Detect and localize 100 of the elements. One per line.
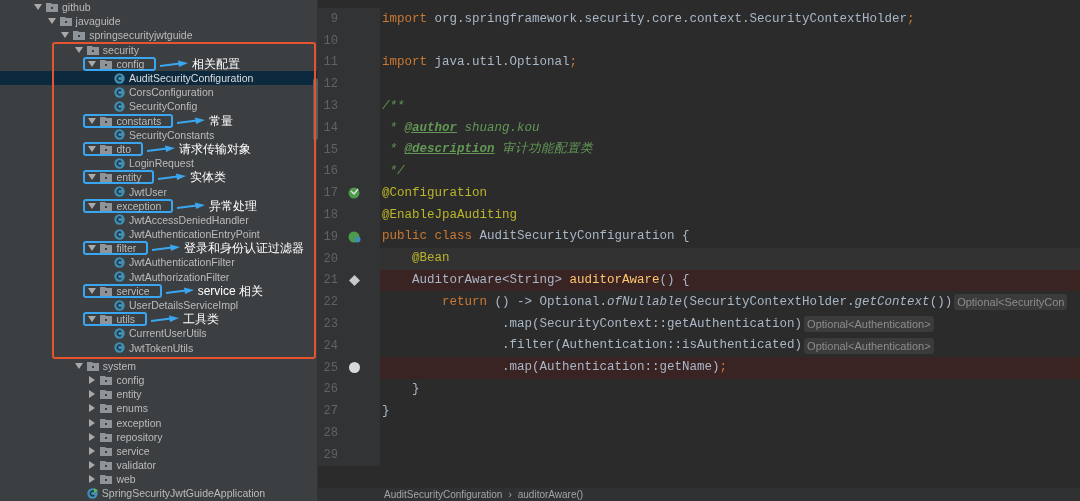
expanded-arrow-icon[interactable] [47, 17, 56, 26]
tree-item[interactable]: javaguide [47, 16, 121, 27]
folder-icon [100, 460, 113, 471]
expanded-arrow-icon[interactable] [88, 286, 97, 295]
annotation-label: service 相关 [197, 283, 263, 298]
code-token: AuditorAware<String> [412, 272, 564, 290]
code-token: ; [907, 10, 915, 28]
tree-item[interactable]: LoginRequest [102, 158, 194, 169]
code-token: org.springframework.security.core.context.SecurityContextHolder [434, 10, 908, 28]
expanded-arrow-icon[interactable] [88, 244, 97, 253]
application-class-icon [86, 487, 98, 499]
tree-item[interactable]: JwtAuthenticationFilter [102, 257, 235, 268]
tree-item[interactable]: exception [88, 200, 162, 211]
class-icon [114, 228, 125, 240]
folder-icon [100, 403, 113, 414]
class-icon [114, 299, 125, 311]
folder-icon [100, 143, 113, 154]
tree-item[interactable]: springsecurityjwtguide [61, 30, 193, 41]
class-icon [114, 256, 125, 268]
expanded-arrow-icon[interactable] [88, 173, 97, 182]
collapsed-arrow-icon[interactable] [88, 475, 97, 484]
folder-icon [100, 115, 113, 126]
tree-item[interactable]: config [88, 374, 145, 385]
expanded-arrow-icon[interactable] [74, 361, 83, 370]
class-name: SecurityConfig [129, 101, 198, 112]
breadcrumb-item[interactable]: AuditSecurityConfiguration [384, 487, 503, 501]
collapsed-arrow-icon[interactable] [88, 432, 97, 441]
tree-item[interactable]: SecurityConfig [102, 101, 198, 112]
tree-item[interactable]: dto [88, 143, 131, 154]
code-token: ()) [929, 293, 953, 311]
collapsed-arrow-icon[interactable] [88, 390, 97, 399]
expanded-arrow-icon[interactable] [88, 315, 97, 324]
breakpoint-icon[interactable] [348, 362, 360, 374]
class-name: JwtAuthenticationEntryPoint [129, 229, 260, 240]
tree-item[interactable]: utils [88, 314, 136, 325]
tree-item[interactable]: JwtAuthorizationFilter [102, 271, 230, 282]
tree-item[interactable]: security [74, 44, 139, 55]
tree-item[interactable]: enums [88, 403, 148, 414]
tree-item[interactable]: CorsConfiguration [102, 87, 214, 98]
class-icon [114, 327, 125, 339]
code-token: @Bean [412, 250, 450, 268]
tree-item[interactable]: validator [88, 460, 157, 471]
tree-item[interactable]: filter [88, 243, 137, 254]
folder-name: enums [116, 403, 148, 414]
class-icon [114, 271, 125, 283]
tree-item[interactable]: config [88, 58, 145, 69]
annotation-arrow [157, 173, 186, 182]
folder-icon [100, 417, 113, 428]
tree-item[interactable]: exception [88, 417, 162, 428]
code-token: ; [719, 359, 728, 377]
annotation-arrow [160, 59, 189, 68]
class-name: CorsConfiguration [129, 87, 214, 98]
tree-item[interactable]: entity [88, 172, 142, 183]
tree-item[interactable]: constants [88, 115, 162, 126]
scrollbar[interactable] [313, 78, 318, 140]
expanded-arrow-icon[interactable] [88, 59, 97, 68]
folder-icon [100, 58, 113, 69]
tree-item[interactable]: github [34, 2, 91, 13]
tree-item[interactable]: entity [88, 389, 142, 400]
collapsed-arrow-icon[interactable] [88, 404, 97, 413]
code-token: ; [569, 54, 578, 72]
annotation-arrow [151, 315, 180, 324]
tree-item[interactable]: UserDetailsServiceImpl [102, 300, 239, 311]
folder-icon [100, 314, 113, 325]
code-token: .map(SecurityContext::getAuthentication) [502, 315, 803, 333]
collapsed-arrow-icon[interactable] [88, 418, 97, 427]
breadcrumb-separator: › [508, 488, 512, 501]
expanded-arrow-icon[interactable] [34, 3, 42, 12]
tree-item[interactable]: service [88, 285, 150, 296]
collapsed-arrow-icon[interactable] [88, 446, 97, 455]
tree-item[interactable]: JwtUser [102, 186, 167, 197]
expanded-arrow-icon[interactable] [74, 45, 83, 54]
collapsed-arrow-icon[interactable] [88, 461, 97, 470]
tree-item[interactable]: repository [88, 431, 163, 442]
annotation-label: 请求传输对象 [179, 141, 251, 156]
code-token: .filter(Authentication::isAuthenticated) [502, 337, 803, 355]
folder-name: validator [116, 460, 157, 471]
expanded-arrow-icon[interactable] [88, 116, 97, 125]
class-name: UserDetailsServiceImpl [129, 300, 239, 311]
tree-item[interactable]: service [88, 445, 150, 456]
tree-item[interactable]: SecurityConstants [102, 129, 215, 140]
tree-item[interactable]: CurrentUserUtils [102, 328, 207, 339]
annotation-label: 异常处理 [209, 198, 258, 213]
expanded-arrow-icon[interactable] [61, 31, 70, 40]
tree-item[interactable]: JwtAccessDeniedHandler [102, 214, 249, 225]
folder-name: repository [116, 431, 163, 442]
tree-item[interactable]: system [74, 360, 137, 371]
method-breakpoint-icon[interactable] [348, 274, 360, 286]
expanded-arrow-icon[interactable] [88, 201, 97, 210]
folder-name: javaguide [75, 16, 121, 27]
expanded-arrow-icon[interactable] [88, 144, 97, 153]
tree-item[interactable]: JwtAuthenticationEntryPoint [102, 229, 260, 240]
code-token: @description [404, 141, 495, 159]
folder-name: entity [116, 172, 142, 183]
collapsed-arrow-icon[interactable] [88, 375, 97, 384]
tree-item[interactable]: JwtTokenUtils [102, 342, 194, 353]
tree-item[interactable]: web [88, 474, 136, 485]
bean-icon[interactable] [348, 187, 360, 200]
code-token: public class [382, 228, 473, 246]
breadcrumb-item[interactable]: auditorAware() [517, 487, 584, 501]
